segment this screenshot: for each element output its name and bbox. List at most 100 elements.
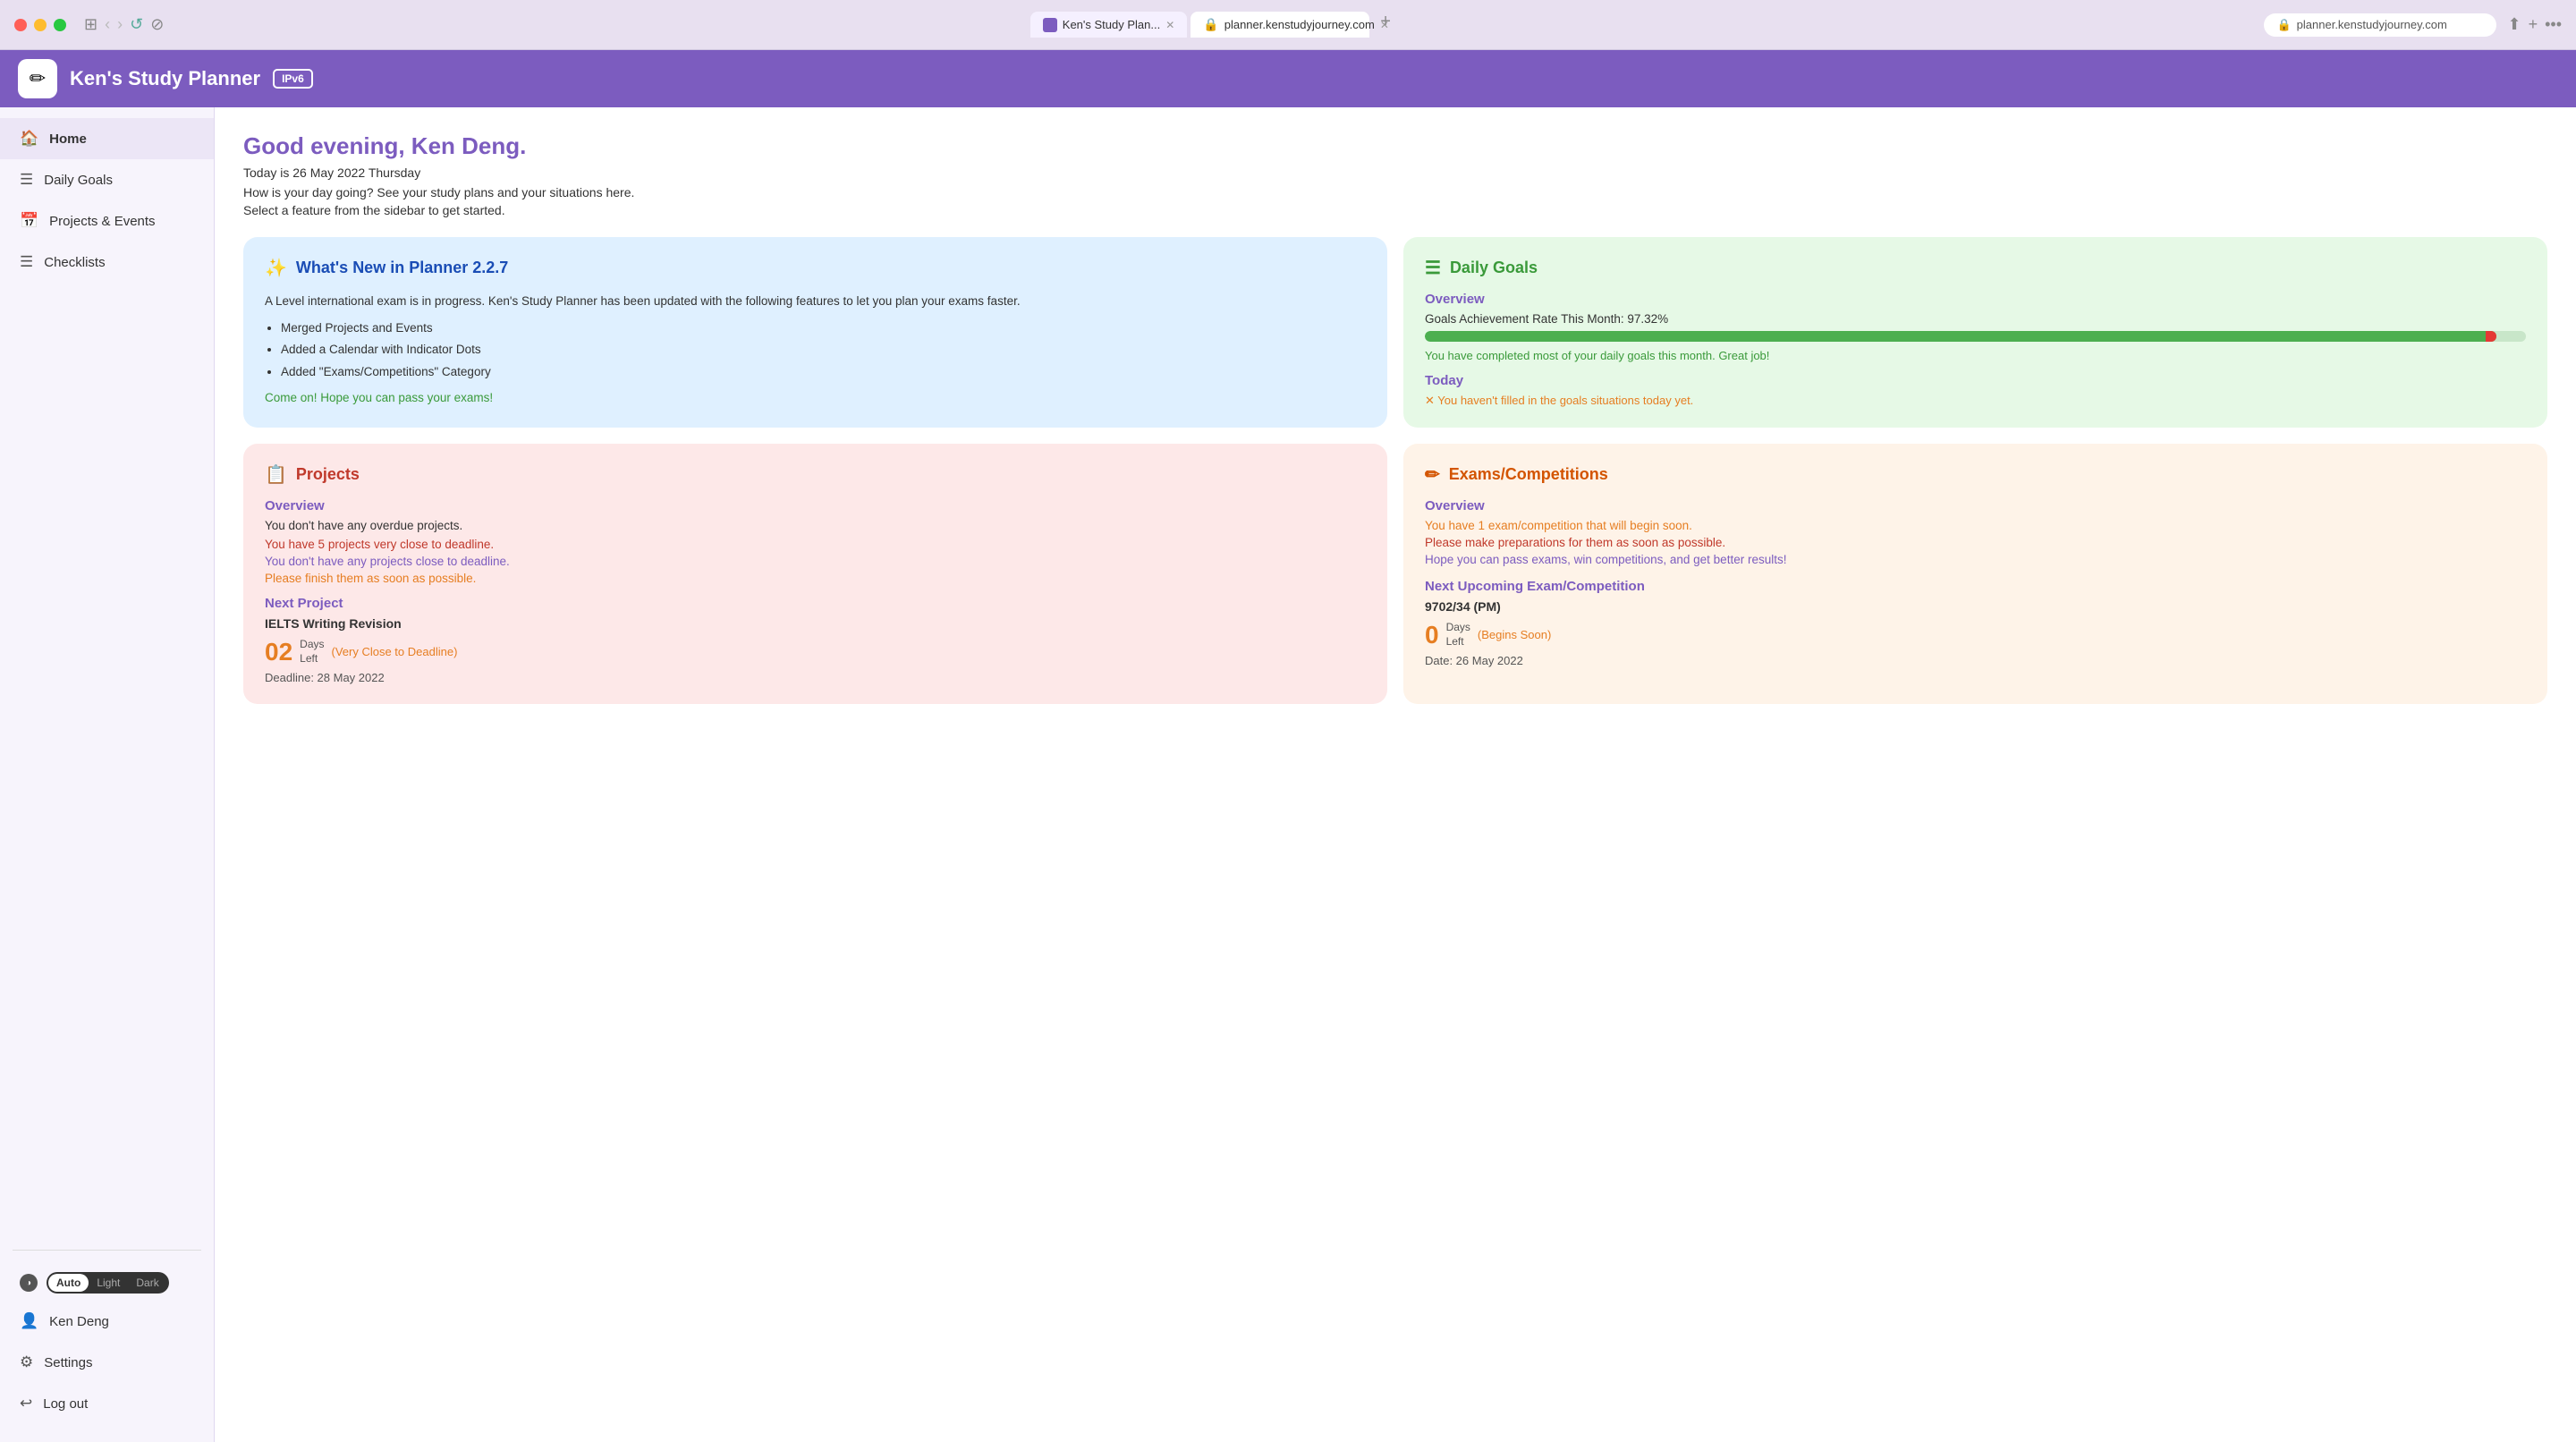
days-label-top: Days	[300, 638, 324, 652]
sidebar-item-daily-goals[interactable]: ☰ Daily Goals	[0, 159, 214, 200]
goals-rate-text: Goals Achievement Rate This Month: 97.32…	[1425, 312, 2526, 326]
projects-overview-header: Overview	[265, 498, 1366, 513]
exams-title-icon: ✏	[1425, 463, 1440, 486]
sidebar-bottom: ◑ Auto Light Dark 👤 Ken Deng ⚙ Settings …	[0, 1258, 214, 1431]
whats-new-title-text: What's New in Planner 2.2.7	[296, 259, 508, 277]
exam-days-label-top: Days	[1446, 621, 1470, 635]
sidebar-item-user[interactable]: 👤 Ken Deng	[0, 1301, 214, 1342]
lock-icon: 🔒	[2276, 18, 2291, 32]
main-content: Good evening, Ken Deng. Today is 26 May …	[215, 107, 2576, 1442]
address-bar[interactable]: 🔒 planner.kenstudyjourney.com	[2264, 13, 2496, 37]
deadline-text: Deadline: 28 May 2022	[265, 671, 1366, 684]
browser-actions: ⬆ + •••	[2507, 15, 2562, 34]
days-number: 02	[265, 640, 292, 665]
sidebar-item-logout[interactable]: ↩ Log out	[0, 1383, 214, 1424]
close-button[interactable]	[14, 19, 27, 31]
theme-auto[interactable]: Auto	[48, 1274, 89, 1292]
cards-grid: ✨ What's New in Planner 2.2.7 A Level in…	[243, 237, 2547, 704]
exams-title-text: Exams/Competitions	[1449, 465, 1608, 484]
projects-title: 📋 Projects	[265, 463, 1366, 486]
theme-light[interactable]: Light	[89, 1274, 128, 1292]
next-exam-header: Next Upcoming Exam/Competition	[1425, 579, 2526, 594]
sidebar-item-home[interactable]: 🏠 Home	[0, 118, 214, 159]
share-icon[interactable]: ⬆	[2507, 15, 2521, 34]
tab-study-planner[interactable]: Ken's Study Plan... ✕	[1030, 12, 1188, 38]
exams-title: ✏ Exams/Competitions	[1425, 463, 2526, 486]
next-project-header: Next Project	[265, 596, 1366, 611]
theme-switcher: ◑ Auto Light Dark	[0, 1265, 214, 1301]
user-icon: 👤	[20, 1312, 38, 1330]
tab1-close[interactable]: ✕	[1165, 19, 1174, 31]
tab-planner-site[interactable]: 🔒 planner.kenstudyjourney.com ✕	[1191, 12, 1369, 38]
sidebar-divider	[13, 1250, 201, 1251]
goals-progress-fill	[1425, 331, 2496, 342]
sidebar-toggle-icon[interactable]: ⊞	[84, 15, 97, 34]
tab-favicon-2: 🔒	[1203, 17, 1218, 32]
projects-title-icon: 📋	[265, 463, 287, 486]
more-icon[interactable]: •••	[2545, 15, 2562, 34]
next-exam-name: 9702/34 (PM)	[1425, 599, 2526, 614]
exams-hope: Hope you can pass exams, win competition…	[1425, 553, 2526, 566]
projects-warn1: You have 5 projects very close to deadli…	[265, 538, 1366, 551]
whats-new-item-3: Added "Exams/Competitions" Category	[281, 362, 1366, 382]
whats-new-list: Merged Projects and Events Added a Calen…	[281, 318, 1366, 382]
sidebar-label-user: Ken Deng	[49, 1314, 109, 1329]
sidebar-label-logout: Log out	[43, 1396, 88, 1412]
back-button[interactable]: ‹	[105, 15, 110, 34]
goals-today-header: Today	[1425, 373, 2526, 388]
whats-new-intro: A Level international exam is in progres…	[265, 292, 1366, 311]
goals-today-warning: ✕ You haven't filled in the goals situat…	[1425, 394, 2526, 408]
new-tab-icon[interactable]: +	[2529, 15, 2538, 34]
app-logo: ✏	[18, 59, 57, 98]
new-tab-button[interactable]: +	[1373, 12, 1398, 38]
daily-goals-icon: ☰	[20, 171, 33, 189]
daily-goals-card: ☰ Daily Goals Overview Goals Achievement…	[1403, 237, 2547, 428]
sidebar-item-checklists[interactable]: ☰ Checklists	[0, 242, 214, 283]
theme-toggle[interactable]: Auto Light Dark	[47, 1272, 169, 1294]
logo-icon: ✏	[30, 67, 46, 90]
goals-congrat: You have completed most of your daily go…	[1425, 349, 2526, 362]
exams-urgent: Please make preparations for them as soo…	[1425, 536, 2526, 549]
start-line: Select a feature from the sidebar to get…	[243, 203, 2547, 217]
sidebar-item-settings[interactable]: ⚙ Settings	[0, 1342, 214, 1383]
exam-date: Date: 26 May 2022	[1425, 654, 2526, 667]
sidebar-nav: 🏠 Home ☰ Daily Goals 📅 Projects & Events…	[0, 118, 214, 1243]
maximize-button[interactable]	[54, 19, 66, 31]
goals-overview-header: Overview	[1425, 292, 2526, 307]
app-title: Ken's Study Planner	[70, 67, 260, 90]
whats-new-title: ✨ What's New in Planner 2.2.7	[265, 257, 1366, 279]
projects-card: 📋 Projects Overview You don't have any o…	[243, 444, 1387, 704]
exam-days-number: 0	[1425, 623, 1439, 648]
daily-goals-title: ☰ Daily Goals	[1425, 257, 2526, 279]
exam-days-label: Days Left	[1446, 621, 1470, 649]
projects-icon: 📅	[20, 212, 38, 230]
daily-goals-title-icon: ☰	[1425, 257, 1441, 279]
sidebar-item-projects-events[interactable]: 📅 Projects & Events	[0, 200, 214, 242]
reload-button[interactable]: ↺	[130, 15, 143, 34]
forward-button[interactable]: ›	[117, 15, 123, 34]
extensions-button[interactable]: ⊘	[150, 15, 164, 34]
home-icon: 🏠	[20, 130, 38, 148]
very-close-badge: (Very Close to Deadline)	[332, 645, 458, 658]
theme-dark[interactable]: Dark	[128, 1274, 166, 1292]
tab-favicon-1	[1043, 18, 1057, 32]
goals-progress-bar	[1425, 331, 2526, 342]
minimize-button[interactable]	[34, 19, 47, 31]
whats-new-icon: ✨	[265, 257, 287, 279]
daily-goals-title-text: Daily Goals	[1450, 259, 1538, 277]
app-header: ✏ Ken's Study Planner IPv6	[0, 50, 2576, 107]
greeting-text: Good evening, Ken Deng.	[243, 132, 2547, 160]
checklists-icon: ☰	[20, 253, 33, 271]
browser-chrome: ⊞ ‹ › ↺ ⊘ Ken's Study Plan... ✕ 🔒 planne…	[0, 0, 2576, 50]
days-left-row: 02 Days Left (Very Close to Deadline)	[265, 638, 1366, 666]
browser-nav-controls: ⊞ ‹ › ↺ ⊘	[84, 15, 164, 34]
exams-card: ✏ Exams/Competitions Overview You have 1…	[1403, 444, 2547, 704]
whats-new-item-2: Added a Calendar with Indicator Dots	[281, 340, 1366, 360]
date-line: Today is 26 May 2022 Thursday	[243, 165, 2547, 180]
tab2-label: planner.kenstudyjourney.com	[1224, 18, 1375, 31]
days-label: Days Left	[300, 638, 324, 666]
begins-badge: (Begins Soon)	[1478, 628, 1551, 641]
address-text: planner.kenstudyjourney.com	[2297, 18, 2447, 31]
projects-ok: You don't have any overdue projects.	[265, 519, 1366, 532]
browser-tabs: Ken's Study Plan... ✕ 🔒 planner.kenstudy…	[174, 12, 2253, 38]
